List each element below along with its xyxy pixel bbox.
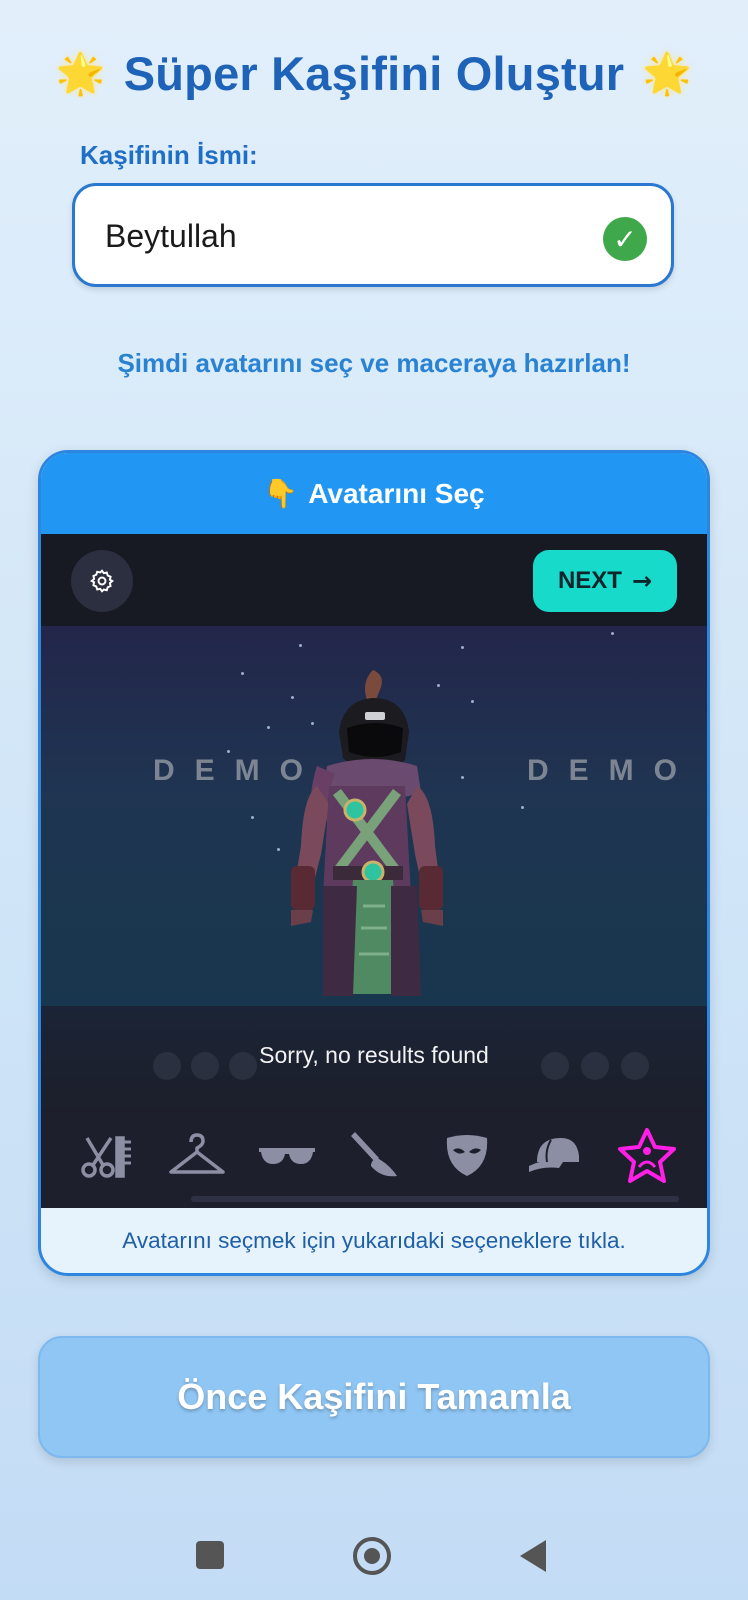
category-glasses-button[interactable]	[257, 1128, 317, 1184]
page-title: Süper Kaşifini Oluştur	[123, 46, 625, 100]
explorer-name-value[interactable]: Beytullah	[105, 218, 237, 255]
demo-watermark: DEMO	[527, 754, 697, 787]
home-icon[interactable]	[353, 1537, 391, 1575]
complete-explorer-button[interactable]: Önce Kaşifini Tamamla	[38, 1336, 710, 1458]
hanger-icon	[169, 1133, 225, 1174]
next-button-label: NEXT	[557, 567, 622, 594]
category-toolbar	[41, 1112, 707, 1208]
viewer-toolbar: NEXT →	[41, 534, 707, 626]
avatar-creator-viewer: NEXT → DEMO DEMO Sorry, no results found	[41, 534, 707, 1208]
subtitle: Şimdi avatarını seç ve maceraya hazırlan…	[117, 348, 631, 378]
star-icon: 🌟	[55, 50, 106, 97]
category-hat-button[interactable]	[527, 1128, 587, 1184]
makeup-brush-icon	[351, 1132, 397, 1177]
check-circle-icon: ✓	[603, 217, 647, 261]
name-label: Kaşifinin İsmi:	[80, 140, 258, 170]
settings-button[interactable]	[71, 550, 133, 612]
avatar-character-3d-model	[291, 670, 443, 996]
pointing-down-hand-icon: 👇	[263, 477, 299, 510]
avatar-hint: Avatarını seçmek için yukarıdaki seçenek…	[122, 1227, 626, 1253]
category-outfit-button[interactable]	[167, 1128, 227, 1184]
category-hair-button[interactable]	[77, 1128, 137, 1184]
person-star-icon	[618, 1128, 676, 1183]
category-scrollbar[interactable]	[191, 1196, 679, 1202]
avatar-preview-stage[interactable]: DEMO DEMO	[41, 626, 707, 1006]
mask-icon	[446, 1135, 488, 1176]
avatar-card-header: 👇 Avatarını Seç	[41, 453, 707, 534]
sunglasses-icon	[259, 1148, 315, 1164]
page-header: 🌟 Süper Kaşifini Oluştur 🌟	[0, 38, 748, 108]
back-icon[interactable]	[520, 1540, 546, 1572]
explorer-name-input[interactable]: Beytullah ✓	[72, 183, 674, 287]
scissors-comb-icon	[81, 1136, 131, 1178]
no-results-message: Sorry, no results found	[259, 1042, 489, 1068]
avatar-picker-card: 👇 Avatarını Seç NEXT → DEMO DEMO Sorry, …	[38, 450, 710, 1276]
search-results-area: Sorry, no results found	[41, 1006, 707, 1112]
system-navigation-bar	[0, 1530, 748, 1580]
arrow-right-icon: →	[631, 567, 653, 595]
next-button[interactable]: NEXT →	[533, 550, 677, 612]
cap-icon	[529, 1138, 579, 1172]
star-icon: 🌟	[642, 50, 693, 97]
gear-icon	[90, 569, 114, 593]
category-makeup-button[interactable]	[347, 1128, 407, 1184]
category-favorites-button[interactable]	[617, 1128, 677, 1184]
avatar-card-title: Avatarını Seç	[308, 477, 485, 509]
recent-apps-icon[interactable]	[196, 1541, 224, 1569]
category-mask-button[interactable]	[437, 1128, 497, 1184]
